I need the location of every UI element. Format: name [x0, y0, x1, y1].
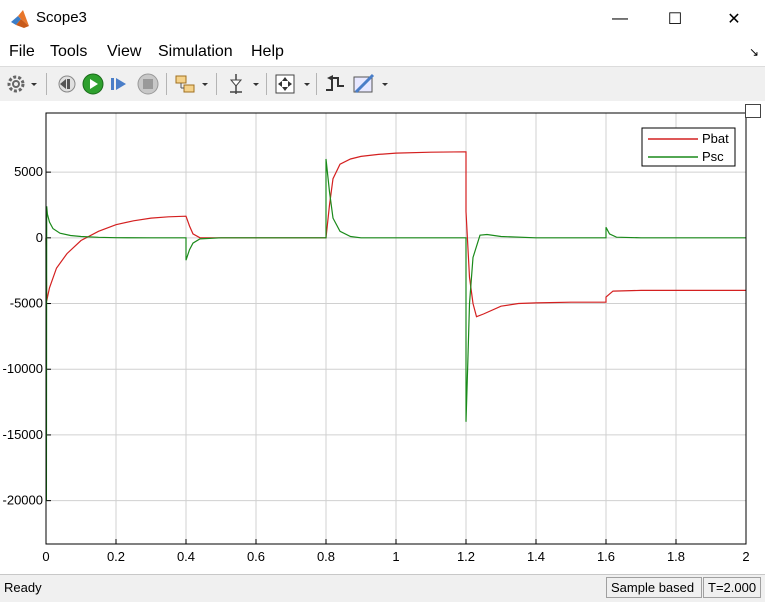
zoom-fit-icon[interactable]	[273, 72, 313, 96]
menu-view[interactable]: View	[107, 43, 141, 61]
toolbar-separator	[46, 73, 47, 95]
menu-help[interactable]: Help	[251, 43, 284, 61]
sample-mode: Sample based	[606, 577, 702, 598]
step-forward-icon[interactable]	[108, 72, 132, 96]
x-tick-label: 0.8	[317, 549, 335, 564]
toolbar	[0, 66, 765, 102]
y-tick-label: -5000	[10, 296, 43, 311]
run-icon[interactable]	[81, 72, 105, 96]
menu-file[interactable]: File	[9, 43, 35, 61]
status-ready: Ready	[4, 580, 42, 595]
minimize-button[interactable]: —	[597, 0, 643, 38]
toolbar-separator	[216, 73, 217, 95]
plot-area: 0 0.2 0.4 0.6 0.8 1 1.2 1.4 1.6 1.8 2 5000 0 -5000 -10…	[0, 101, 765, 574]
close-button[interactable]: ✕	[711, 0, 757, 38]
menu-bar: File Tools View Simulation Help ↘	[0, 38, 765, 66]
x-tick-label: 1.8	[667, 549, 685, 564]
toolbar-separator	[316, 73, 317, 95]
legend-label-pbat: Pbat	[702, 131, 729, 146]
x-tick-label: 0	[42, 549, 49, 564]
x-tick-label: 2	[742, 549, 749, 564]
x-tick-label: 1.6	[597, 549, 615, 564]
status-bar: Ready Sample based T=2.000	[0, 574, 765, 602]
menu-overflow-icon[interactable]: ↘	[749, 45, 759, 59]
toolbar-separator	[266, 73, 267, 95]
style-icon[interactable]	[351, 72, 391, 96]
triggers-icon[interactable]	[323, 72, 347, 96]
highlight-block-icon[interactable]	[173, 72, 211, 96]
x-tick-label: 0.2	[107, 549, 125, 564]
scope-chart: 0 0.2 0.4 0.6 0.8 1 1.2 1.4 1.6 1.8 2 5000 0 -5000 -10…	[3, 112, 750, 564]
stop-icon[interactable]	[136, 72, 160, 96]
x-tick-label: 1.4	[527, 549, 545, 564]
x-tick-label: 1	[392, 549, 399, 564]
cursor-measure-icon[interactable]	[224, 72, 262, 96]
y-tick-label: -10000	[3, 361, 43, 376]
window-title: Scope3	[36, 9, 87, 26]
settings-gear-icon[interactable]	[5, 72, 39, 96]
sim-time: T=2.000	[703, 577, 761, 598]
matlab-logo-icon	[11, 10, 29, 28]
undock-icon[interactable]	[745, 104, 761, 118]
legend-label-psc: Psc	[702, 149, 724, 164]
y-tick-label: 0	[36, 230, 43, 245]
x-tick-label: 0.4	[177, 549, 195, 564]
y-tick-label: -20000	[3, 493, 43, 508]
step-back-icon[interactable]	[54, 72, 78, 96]
y-tick-label: 5000	[14, 164, 43, 179]
maximize-button[interactable]: ☐	[652, 0, 698, 38]
y-tick-label: -15000	[3, 427, 43, 442]
menu-tools[interactable]: Tools	[50, 43, 87, 61]
window-titlebar: Scope3 — ☐ ✕	[0, 0, 765, 38]
menu-simulation[interactable]: Simulation	[158, 43, 233, 61]
x-tick-label: 1.2	[457, 549, 475, 564]
x-tick-label: 0.6	[247, 549, 265, 564]
toolbar-separator	[166, 73, 167, 95]
